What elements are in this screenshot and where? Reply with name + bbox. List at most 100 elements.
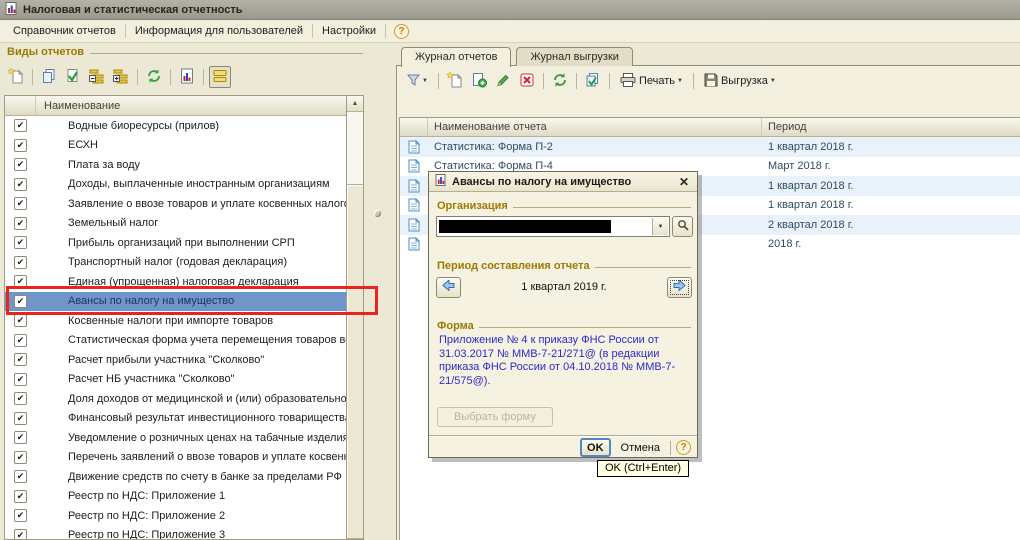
export-button[interactable]: Выгрузка▼ — [699, 70, 781, 92]
close-icon[interactable]: ✕ — [677, 175, 691, 189]
print-button[interactable]: Печать▼ — [615, 70, 688, 92]
report-type-label: Земельный налог — [68, 217, 158, 229]
checkbox-checked-icon[interactable]: ✔ — [14, 353, 27, 366]
report-type-row[interactable]: ✔ Водные биоресурсы (прилов) — [5, 116, 363, 136]
expand-list-button[interactable] — [110, 66, 132, 88]
checkbox-checked-icon[interactable]: ✔ — [14, 392, 27, 405]
filter-button[interactable]: ▼ — [402, 70, 433, 92]
toolbar-separator — [693, 73, 694, 89]
document-plus-icon — [471, 72, 487, 91]
report-type-row[interactable]: ✔Перечень заявлений о ввозе товаров и уп… — [5, 448, 363, 468]
checkbox-checked-icon[interactable]: ✔ — [14, 256, 27, 269]
report-type-label: ЕСХН — [68, 139, 98, 151]
checkbox-checked-icon[interactable]: ✔ — [14, 119, 27, 132]
report-type-label: Транспортный налог (годовая декларация) — [68, 256, 287, 268]
checkbox-checked-icon[interactable]: ✔ — [14, 139, 27, 152]
refresh-button[interactable] — [143, 66, 165, 88]
tab-export-journal[interactable]: Журнал выгрузки — [516, 47, 632, 66]
arrow-left-icon — [442, 280, 455, 294]
pencil-icon — [496, 73, 510, 90]
checkbox-checked-icon[interactable]: ✔ — [14, 178, 27, 191]
checkbox-checked-icon[interactable]: ✔ — [14, 314, 27, 327]
report-type-row[interactable]: ✔ Статистическая форма учета перемещения … — [5, 331, 363, 351]
panels-icon — [212, 68, 228, 87]
toggle-panels-button[interactable] — [209, 66, 231, 88]
checkbox-checked-icon[interactable]: ✔ — [14, 490, 27, 503]
checkbox-checked-icon[interactable]: ✔ — [14, 431, 27, 444]
menu-item-user-info[interactable]: Информация для пользователей — [126, 20, 312, 42]
report-doc-icon — [400, 159, 428, 173]
organization-input[interactable]: ▼ — [436, 216, 670, 237]
checkbox-checked-icon[interactable]: ✔ — [14, 509, 27, 522]
report-type-row[interactable]: ✔Реестр по НДС: Приложение 1 — [5, 487, 363, 507]
report-type-row[interactable]: ✔Заявление о ввозе товаров и уплате косв… — [5, 194, 363, 214]
check-all-button[interactable] — [62, 66, 84, 88]
report-type-row[interactable]: ✔Расчет НБ участника "Сколково" — [5, 370, 363, 390]
group-rule — [595, 267, 691, 268]
report-type-row[interactable]: ✔Движение средств по счету в банке за пр… — [5, 467, 363, 487]
checkbox-checked-icon[interactable]: ✔ — [14, 197, 27, 210]
floppy-icon — [704, 73, 718, 90]
collapse-list-button[interactable] — [86, 66, 108, 88]
splitter-grip[interactable] — [374, 210, 381, 217]
delete-button[interactable] — [516, 70, 538, 92]
choose-form-button-disabled[interactable]: Выбрать форму — [437, 407, 553, 427]
copy-button[interactable] — [38, 66, 60, 88]
menu-item-settings[interactable]: Настройки — [313, 20, 385, 42]
report-type-row[interactable]: ✔Плата за воду — [5, 155, 363, 175]
report-type-label: Статистическая форма учета перемещения т… — [68, 334, 364, 346]
help-icon[interactable]: ? — [394, 24, 409, 39]
edit-button[interactable] — [492, 70, 514, 92]
report-type-row[interactable]: ✔ Финансовый результат инвестиционного то… — [5, 409, 363, 429]
report-type-label: Расчет прибыли участника "Сколково" — [68, 354, 264, 366]
cancel-button[interactable]: Отмена — [616, 440, 665, 456]
checkbox-checked-icon[interactable]: ✔ — [14, 412, 27, 425]
dialog-report-icon — [435, 174, 447, 189]
batch-check-button[interactable] — [582, 70, 604, 92]
report-type-label: Финансовый результат инвестиционного тов… — [68, 412, 351, 424]
add-copy-button[interactable] — [468, 70, 490, 92]
checkbox-checked-icon[interactable]: ✔ — [14, 529, 27, 540]
report-type-label: Прибыль организаций при выполнении СРП — [68, 237, 295, 249]
chevron-down-icon: ▼ — [770, 78, 776, 84]
checkbox-checked-icon[interactable]: ✔ — [14, 236, 27, 249]
dialog-help-icon[interactable]: ? — [676, 440, 691, 455]
menu-separator — [385, 24, 386, 38]
organization-lookup-button[interactable] — [672, 216, 693, 237]
checkbox-checked-icon[interactable]: ✔ — [14, 451, 27, 464]
report-type-row[interactable]: ✔ Транспортный налог (годовая декларация) — [5, 253, 363, 273]
journal-row[interactable]: Статистика: Форма П-21 квартал 2018 г. — [400, 137, 1020, 157]
report-type-row[interactable]: ✔Реестр по НДС: Приложение 3 — [5, 526, 363, 540]
checkbox-checked-icon[interactable]: ✔ — [14, 334, 27, 347]
toolbar-separator — [203, 69, 204, 85]
dropdown-button[interactable]: ▼ — [652, 218, 668, 235]
report-type-label: Водные биоресурсы (прилов) — [68, 120, 219, 132]
report-type-row[interactable]: ✔ Расчет прибыли участника "Сколково" — [5, 350, 363, 370]
scrollbar-up-icon[interactable]: ▲ — [347, 96, 363, 112]
checkbox-checked-icon[interactable]: ✔ — [14, 217, 27, 230]
report-type-row[interactable]: ✔Уведомление о розничных ценах на табачн… — [5, 428, 363, 448]
report-type-row[interactable]: ✔Доля доходов от медицинской и (или) обр… — [5, 389, 363, 409]
scrollbar-thumb[interactable] — [347, 184, 363, 539]
checkbox-checked-icon[interactable]: ✔ — [14, 373, 27, 386]
report-type-row[interactable]: ✔ Прибыль организаций при выполнении СРП — [5, 233, 363, 253]
refresh-icon — [146, 68, 162, 87]
refresh-journal-button[interactable] — [549, 70, 571, 92]
journal-header: Наименование отчета Период — [400, 118, 1020, 137]
new-report-type-button[interactable] — [5, 66, 27, 88]
new-report-button[interactable] — [444, 70, 466, 92]
report-type-row[interactable]: ✔Доходы, выплаченные иностранным организ… — [5, 175, 363, 195]
report-type-row[interactable]: ✔ ЕСХН — [5, 136, 363, 156]
menu-item-report-directory[interactable]: Справочник отчетов — [4, 20, 125, 42]
checkbox-checked-icon[interactable]: ✔ — [14, 158, 27, 171]
next-period-button[interactable] — [667, 277, 692, 298]
checkbox-checked-icon[interactable]: ✔ — [14, 470, 27, 483]
previous-period-button[interactable] — [436, 277, 461, 298]
ok-button[interactable]: OK — [580, 438, 611, 457]
list-scrollbar[interactable]: ▲ — [346, 96, 363, 539]
report-type-row[interactable]: ✔ Земельный налог — [5, 214, 363, 234]
report-settings-button[interactable] — [176, 66, 198, 88]
tab-report-journal[interactable]: Журнал отчетов — [401, 47, 511, 67]
left-panel-caption-row: Виды отчетов — [7, 46, 363, 58]
report-type-row[interactable]: ✔Реестр по НДС: Приложение 2 — [5, 506, 363, 526]
